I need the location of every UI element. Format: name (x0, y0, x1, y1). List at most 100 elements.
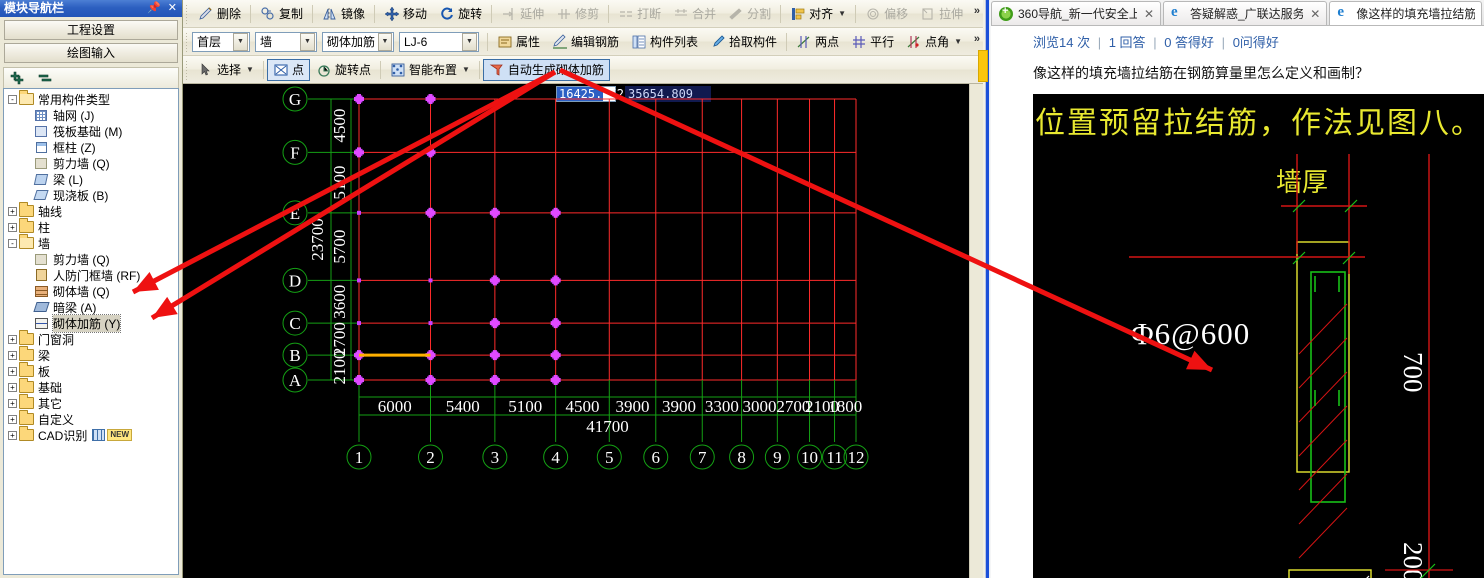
tree-node-板[interactable]: + 板 (6, 363, 178, 379)
expand-icon[interactable]: + (8, 334, 17, 344)
svg-text:12: 12 (848, 448, 865, 467)
tree-node-人防门框墙-rf[interactable]: 人防门框墙 (RF) (6, 267, 178, 283)
toolbar-button-编辑钢筋[interactable]: 编辑钢筋 (546, 31, 625, 53)
cad-drawing-canvas[interactable]: 16425.352 35654.809 G F E D C B A 4500 5100 5700 3… (183, 84, 983, 578)
toolbar-button-对齐[interactable]: 对齐 ▼ (784, 3, 852, 25)
toolbar-grip[interactable] (185, 3, 189, 24)
add-plus-icon[interactable] (9, 70, 27, 86)
tree-node-现浇板-b[interactable]: 现浇板 (B) (6, 187, 178, 203)
chevron-down-icon[interactable]: ▼ (378, 32, 392, 51)
tree-node-门窗洞[interactable]: + 门窗洞 (6, 331, 178, 347)
expand-icon[interactable]: + (8, 350, 17, 360)
folder-icon-glyph (19, 221, 34, 233)
toolbar-button-平行[interactable]: 平行 (845, 31, 900, 53)
tree-node-其它[interactable]: + 其它 (6, 395, 178, 411)
component-name-select[interactable]: LJ-6 ▼ (399, 31, 479, 52)
toolbar-button-删除[interactable]: 删除 (192, 3, 247, 25)
tree-node-砌体加筋-y[interactable]: 砌体加筋 (Y) (6, 313, 178, 333)
component-category-select[interactable]: 墙 ▼ (255, 31, 317, 52)
toolbar-grip[interactable] (185, 59, 189, 80)
expand-icon[interactable]: + (8, 430, 17, 440)
expand-icon[interactable]: + (8, 382, 17, 392)
chevron-down-icon[interactable]: ▼ (246, 65, 254, 74)
browser-tab-1[interactable]: 360导航_新一代安全上 ✕ (991, 1, 1161, 25)
toolbar-button-复制[interactable]: 复制 (254, 3, 309, 25)
floor-select[interactable]: 首层 ▼ (192, 31, 250, 52)
split-icon (728, 6, 744, 22)
tree-node-轴线[interactable]: + 轴线 (6, 203, 178, 219)
tree-node-框柱-z[interactable]: 框柱 (Z) (6, 139, 178, 155)
toolbar-button-拾取构件[interactable]: 拾取构件 (704, 31, 783, 53)
good-questions-count: 0问得好 (1232, 35, 1279, 50)
expand-icon[interactable]: + (8, 398, 17, 408)
toolbar-button-镜像[interactable]: 镜像 (316, 3, 371, 25)
tree-node-筏板基础-m[interactable]: 筏板基础 (M) (6, 123, 178, 139)
tree-node-cad识别[interactable]: + CAD识别 NEW (6, 427, 178, 443)
toolbar-button-点[interactable]: 点 (266, 58, 310, 81)
chevron-down-icon[interactable]: ▼ (300, 32, 315, 51)
chevron-down-icon[interactable]: ▼ (233, 32, 248, 51)
chevron-down-icon[interactable]: ▼ (954, 37, 962, 46)
close-icon[interactable]: ✕ (168, 0, 177, 17)
chevron-down-icon[interactable]: ▼ (838, 9, 846, 18)
toolbar-button-延伸: 延伸 (495, 3, 550, 25)
tree-node-基础[interactable]: + 基础 (6, 379, 178, 395)
expand-icon[interactable]: + (8, 414, 17, 424)
toolbar-button-两点[interactable]: 两点 (790, 31, 845, 53)
tree-node-梁-l[interactable]: 梁 (L) (6, 171, 178, 187)
chevron-down-icon[interactable]: ▼ (462, 32, 477, 51)
tree-node-砌体墙-q[interactable]: 砌体墙 (Q) (6, 283, 178, 299)
toolbar-button-点角[interactable]: 点角 ▼ (900, 31, 968, 53)
folder-icon-glyph (19, 429, 34, 441)
expand-icon[interactable]: + (8, 366, 17, 376)
attached-cad-drawing-image[interactable]: 位置预留拉结筋，作法见图八。 墙厚 Φ6@600 700 200 (1033, 94, 1484, 578)
shear-wall-icon (34, 156, 50, 170)
tab-close-icon[interactable]: ✕ (1310, 7, 1320, 21)
tree-node-暗梁-a[interactable]: 暗梁 (A) (6, 299, 178, 315)
browser-tab-title: 360导航_新一代安全上 (1018, 7, 1137, 21)
tree-node-柱[interactable]: + 柱 (6, 219, 178, 235)
tree-node-轴网-j[interactable]: 轴网 (J) (6, 107, 178, 123)
toolbar-button-label: 两点 (815, 35, 840, 49)
toolbar-button-移动[interactable]: 移动 (378, 3, 433, 25)
toolbar-overflow-button-1[interactable]: » (974, 5, 980, 17)
cad-recognition-icon[interactable] (92, 429, 106, 441)
browser-tab-3[interactable]: 像这样的填充墙拉结筋 (1329, 1, 1482, 25)
tab-close-icon[interactable]: ✕ (1144, 7, 1154, 21)
pin-icon[interactable]: 📌 (147, 0, 161, 17)
expand-icon[interactable]: + (8, 222, 17, 232)
masonry-rebar-icon (34, 316, 50, 330)
tree-node-梁[interactable]: + 梁 (6, 347, 178, 363)
toolbar-button-旋转[interactable]: 旋转 (433, 3, 488, 25)
component-tree[interactable]: - 常用构件类型 轴网 (J) 筏板基础 (M) 框柱 (Z) 剪力墙 (Q) 梁 (L) 现… (3, 88, 179, 575)
expand-icon[interactable]: + (8, 206, 17, 216)
toolbar-button-自动生成砌体加筋[interactable]: 自动生成砌体加筋 (482, 58, 610, 81)
toolbar-button-属性[interactable]: 属性 (491, 31, 546, 53)
canvas-scroll-strip[interactable] (969, 84, 983, 578)
folder-icon (19, 348, 35, 362)
remove-minus-icon[interactable] (37, 70, 55, 86)
tree-node-墙[interactable]: -墙 (6, 235, 178, 251)
tree-node-常用构件类型[interactable]: - 常用构件类型 (6, 91, 178, 107)
component-type-select[interactable]: 砌体加筋 ▼ (322, 31, 394, 52)
tree-node-自定义[interactable]: + 自定义 (6, 411, 178, 427)
toolbar-grip[interactable] (185, 31, 189, 52)
browser-tab-2[interactable]: 答疑解惑_广联达服务 ✕ (1163, 1, 1328, 25)
stretch-icon (922, 7, 933, 20)
toolbar-button-选择[interactable]: 选择 ▼ (192, 59, 260, 81)
collapse-icon[interactable]: - (8, 238, 17, 248)
raft-foundation-icon-glyph (35, 126, 47, 137)
module-button-drawing-input[interactable]: 绘图输入 (4, 43, 178, 63)
toolbar-overflow-button-2[interactable]: » (974, 33, 980, 45)
toolbar-button-智能布置[interactable]: 智能布置 ▼ (384, 59, 476, 81)
partially-hidden-yellow-widget[interactable] (978, 50, 988, 82)
tree-node-剪力墙-q[interactable]: 剪力墙 (Q) (6, 251, 178, 267)
toolbar-button-旋转点[interactable]: 旋转点 (310, 59, 377, 81)
toolbar-button-构件列表[interactable]: 构件列表 (625, 31, 704, 53)
collapse-icon[interactable]: - (8, 94, 17, 104)
module-button-project-settings[interactable]: 工程设置 (4, 20, 178, 40)
tree-node-剪力墙-q[interactable]: 剪力墙 (Q) (6, 155, 178, 171)
chevron-down-icon[interactable]: ▼ (462, 65, 470, 74)
